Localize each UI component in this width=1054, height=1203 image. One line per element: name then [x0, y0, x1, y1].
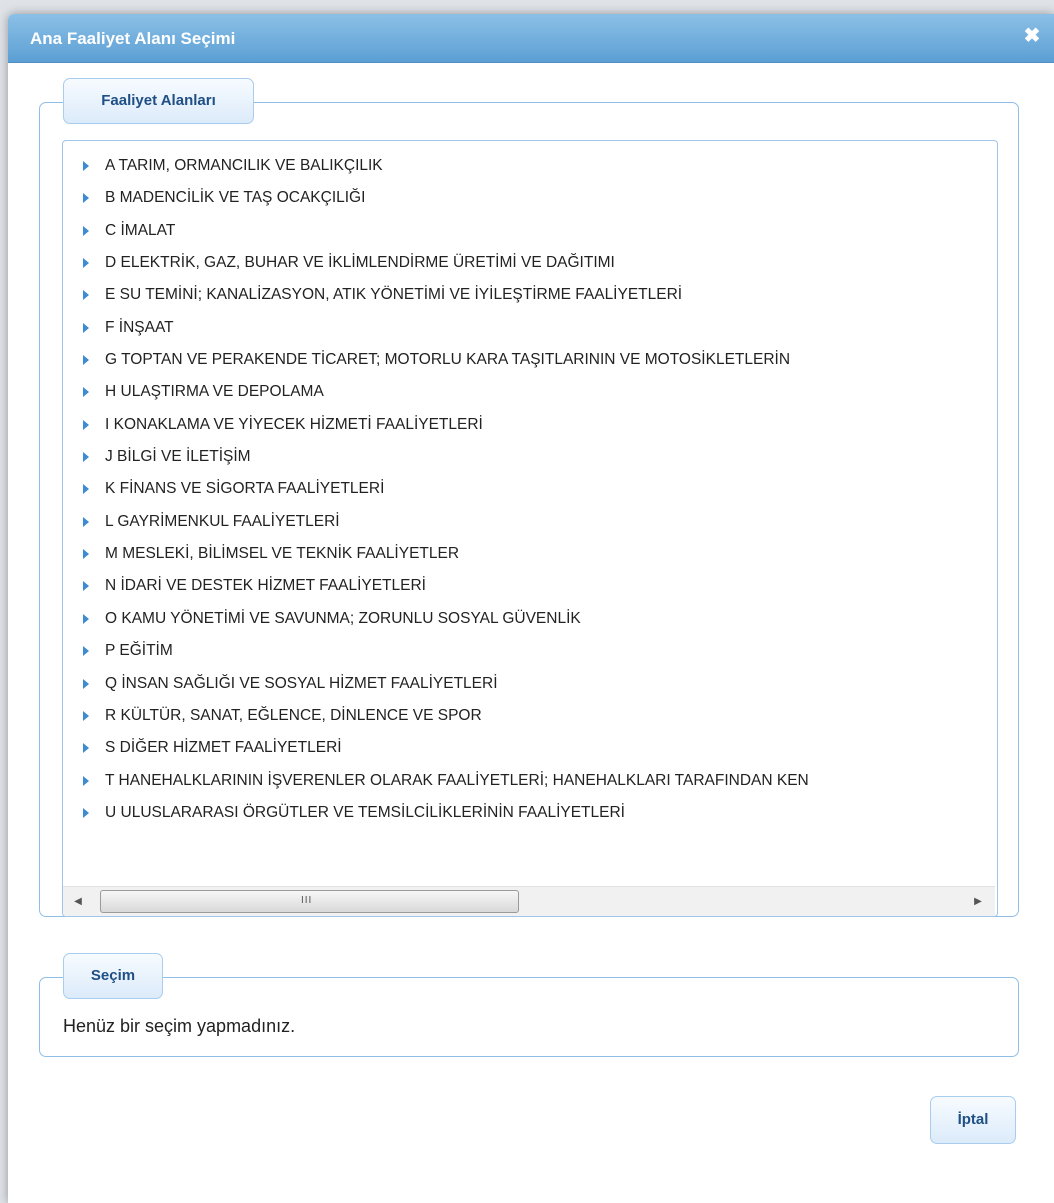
activity-area-item[interactable]: Q İNSAN SAĞLIĞI VE SOSYAL HİZMET FAALİYE… — [63, 668, 995, 700]
activity-area-item[interactable]: G TOPTAN VE PERAKENDE TİCARET; MOTORLU K… — [63, 344, 995, 376]
selection-status-text: Henüz bir seçim yapmadınız. — [63, 1016, 296, 1036]
activity-area-item[interactable]: B MADENCİLİK VE TAŞ OCAKÇILIĞI — [63, 182, 995, 214]
expand-triangle-icon[interactable] — [83, 646, 89, 657]
activity-area-label: B MADENCİLİK VE TAŞ OCAKÇILIĞI — [105, 189, 366, 207]
selection-legend: Seçim — [63, 953, 163, 999]
activity-area-item[interactable]: J BİLGİ VE İLETİŞİM — [63, 441, 995, 473]
activity-area-label: P EĞİTİM — [105, 642, 173, 660]
expand-triangle-icon[interactable] — [83, 355, 89, 366]
activity-area-item[interactable]: L GAYRİMENKUL FAALİYETLERİ — [63, 506, 995, 538]
activity-area-item[interactable]: A TARIM, ORMANCILIK VE BALIKÇILIK — [63, 150, 995, 182]
scroll-right-arrow-icon[interactable]: ▶ — [969, 894, 987, 910]
expand-triangle-icon[interactable] — [83, 225, 89, 236]
activity-area-label: H ULAŞTIRMA VE DEPOLAMA — [105, 383, 324, 401]
expand-triangle-icon[interactable] — [83, 387, 89, 398]
activity-area-item[interactable]: K FİNANS VE SİGORTA FAALİYETLERİ — [63, 473, 995, 505]
expand-triangle-icon[interactable] — [83, 419, 89, 430]
activity-areas-list-box: A TARIM, ORMANCILIK VE BALIKÇILIK B MADEN… — [62, 140, 998, 917]
activity-area-label: S DİĞER HİZMET FAALİYETLERİ — [105, 739, 342, 757]
activity-area-label: E SU TEMİNİ; KANALİZASYON, ATIK YÖNETİMİ… — [105, 286, 683, 304]
expand-triangle-icon[interactable] — [83, 452, 89, 463]
activity-area-item[interactable]: E SU TEMİNİ; KANALİZASYON, ATIK YÖNETİMİ… — [63, 279, 995, 311]
cancel-button[interactable]: İptal — [930, 1096, 1016, 1144]
expand-triangle-icon[interactable] — [83, 549, 89, 560]
activity-area-item[interactable]: P EĞİTİM — [63, 635, 995, 667]
activity-area-item[interactable]: T HANEHALKLARININ İŞVERENLER OLARAK FAAL… — [63, 765, 995, 797]
activity-area-label: M MESLEKİ, BİLİMSEL VE TEKNİK FAALİYETLE… — [105, 545, 460, 563]
expand-triangle-icon[interactable] — [83, 322, 89, 333]
activity-area-label: C İMALAT — [105, 221, 176, 239]
activity-areas-list[interactable]: A TARIM, ORMANCILIK VE BALIKÇILIK B MADEN… — [63, 150, 995, 880]
activity-area-label: D ELEKTRİK, GAZ, BUHAR VE İKLİMLENDİRME … — [105, 254, 615, 272]
activity-area-label: A TARIM, ORMANCILIK VE BALIKÇILIK — [105, 157, 383, 174]
activity-area-label: F İNŞAAT — [105, 318, 174, 336]
activity-area-item[interactable]: H ULAŞTIRMA VE DEPOLAMA — [63, 376, 995, 408]
dialog-title: Ana Faaliyet Alanı Seçimi — [30, 29, 236, 48]
expand-triangle-icon[interactable] — [83, 290, 89, 301]
activity-area-item[interactable]: M MESLEKİ, BİLİMSEL VE TEKNİK FAALİYETLE… — [63, 538, 995, 570]
expand-triangle-icon[interactable] — [83, 678, 89, 689]
expand-triangle-icon[interactable] — [83, 807, 89, 818]
expand-triangle-icon[interactable] — [83, 710, 89, 721]
activity-areas-legend: Faaliyet Alanları — [63, 78, 254, 124]
activity-area-label: R KÜLTÜR, SANAT, EĞLENCE, DİNLENCE VE SP… — [105, 706, 482, 724]
expand-triangle-icon[interactable] — [83, 581, 89, 592]
activity-area-item[interactable]: F İNŞAAT — [63, 312, 995, 344]
expand-triangle-icon[interactable] — [83, 613, 89, 624]
activity-area-label: G TOPTAN VE PERAKENDE TİCARET; MOTORLU K… — [105, 351, 791, 369]
expand-triangle-icon[interactable] — [83, 258, 89, 269]
activity-area-item[interactable]: N İDARİ VE DESTEK HİZMET FAALİYETLERİ — [63, 570, 995, 602]
activity-area-item[interactable]: I KONAKLAMA VE YİYECEK HİZMETİ FAALİYETL… — [63, 409, 995, 441]
expand-triangle-icon[interactable] — [83, 516, 89, 527]
expand-triangle-icon[interactable] — [83, 775, 89, 786]
activity-area-item[interactable]: R KÜLTÜR, SANAT, EĞLENCE, DİNLENCE VE SP… — [63, 700, 995, 732]
activity-area-item[interactable]: O KAMU YÖNETİMİ VE SAVUNMA; ZORUNLU SOSY… — [63, 603, 995, 635]
dialog-titlebar: Ana Faaliyet Alanı Seçimi ✖ — [8, 14, 1054, 63]
activity-area-item[interactable]: C İMALAT — [63, 215, 995, 247]
expand-triangle-icon[interactable] — [83, 161, 89, 171]
activity-area-label: U ULUSLARARASI ÖRGÜTLER VE TEMSİLCİLİKLE… — [105, 803, 625, 821]
activity-area-label: I KONAKLAMA VE YİYECEK HİZMETİ FAALİYETL… — [105, 415, 483, 433]
activity-area-dialog: Ana Faaliyet Alanı Seçimi ✖ Faaliyet Ala… — [8, 14, 1054, 1203]
scrollbar-grip-icon: III — [301, 895, 313, 906]
activity-area-label: J BİLGİ VE İLETİŞİM — [105, 448, 251, 466]
activity-area-label: Q İNSAN SAĞLIĞI VE SOSYAL HİZMET FAALİYE… — [105, 674, 498, 692]
activity-area-label: N İDARİ VE DESTEK HİZMET FAALİYETLERİ — [105, 577, 426, 595]
scroll-left-arrow-icon[interactable]: ◀ — [69, 894, 87, 910]
expand-triangle-icon[interactable] — [83, 484, 89, 495]
activity-area-item[interactable]: S DİĞER HİZMET FAALİYETLERİ — [63, 732, 995, 764]
activity-area-label: O KAMU YÖNETİMİ VE SAVUNMA; ZORUNLU SOSY… — [105, 609, 581, 627]
expand-triangle-icon[interactable] — [83, 193, 89, 204]
activity-area-label: T HANEHALKLARININ İŞVERENLER OLARAK FAAL… — [105, 771, 809, 789]
activity-area-label: K FİNANS VE SİGORTA FAALİYETLERİ — [105, 480, 385, 498]
activity-area-item[interactable]: U ULUSLARARASI ÖRGÜTLER VE TEMSİLCİLİKLE… — [63, 797, 995, 829]
horizontal-scrollbar[interactable]: ◀ III ▶ — [63, 886, 995, 916]
close-icon[interactable]: ✖ — [1020, 24, 1044, 48]
expand-triangle-icon[interactable] — [83, 743, 89, 754]
scrollbar-thumb[interactable]: III — [100, 890, 519, 913]
activity-area-label: L GAYRİMENKUL FAALİYETLERİ — [105, 512, 340, 530]
activity-area-item[interactable]: D ELEKTRİK, GAZ, BUHAR VE İKLİMLENDİRME … — [63, 247, 995, 279]
